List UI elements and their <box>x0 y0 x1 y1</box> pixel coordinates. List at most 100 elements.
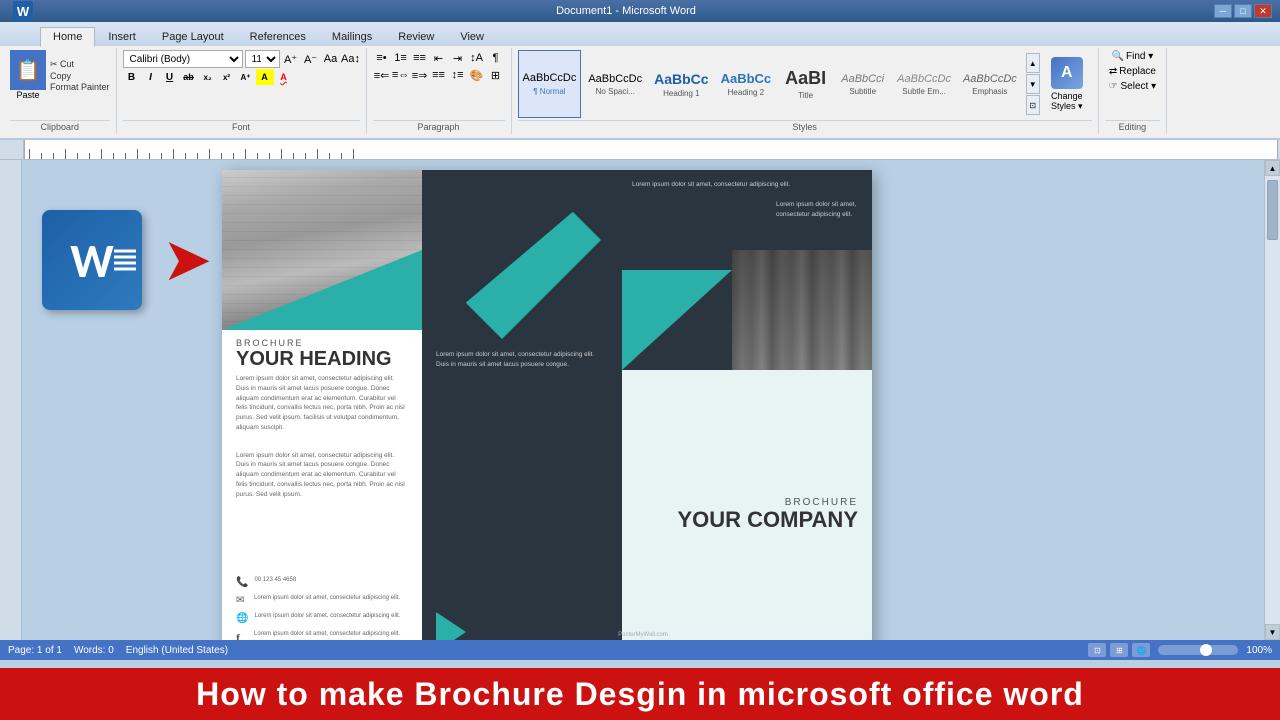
clipboard-group: 📋 Paste ✂ Cut Copy Format Painter Clipbo… <box>4 48 117 134</box>
style-subtitle-preview: AaBbCci <box>841 73 884 85</box>
zoom-thumb[interactable] <box>1200 644 1212 656</box>
full-screen-button[interactable]: ⊞ <box>1110 643 1128 657</box>
style-subtle-emphasis[interactable]: AaBbCcDc Subtle Em... <box>892 50 956 118</box>
brochure-left-heading: BROCHURE <box>236 338 408 348</box>
bullets-button[interactable]: ≡• <box>373 50 391 66</box>
style-normal[interactable]: AaBbCcDc ¶ Normal <box>518 50 582 118</box>
styles-scroll-down[interactable]: ▼ <box>1026 74 1040 94</box>
replace-button[interactable]: ⇄ Replace <box>1105 65 1160 78</box>
show-para-button[interactable]: ¶ <box>487 50 505 66</box>
format-painter-button[interactable]: Format Painter <box>50 82 110 92</box>
style-heading2[interactable]: AaBbCc Heading 2 <box>716 50 777 118</box>
multilevel-button[interactable]: ≡≡ <box>411 50 429 66</box>
bottom-banner: How to make Brochure Desgin in microsoft… <box>0 668 1280 720</box>
shrink-font-button[interactable]: A⁻ <box>302 51 320 67</box>
paste-label: Paste <box>16 90 39 100</box>
tab-home[interactable]: Home <box>40 27 95 47</box>
brochure-left-title: YOUR HEADING <box>236 348 408 370</box>
font-color-button[interactable]: A <box>275 69 293 85</box>
scroll-track[interactable] <box>1265 176 1280 624</box>
tab-insert[interactable]: Insert <box>95 27 149 46</box>
brochure-left-text: BROCHURE YOUR HEADING Lorem ipsum dolor … <box>222 330 422 441</box>
word-logo-area: W ➤ <box>42 210 212 310</box>
brochure-body-text2: Lorem ipsum dolor sit amet, consectetur … <box>236 451 408 500</box>
style-no-spacing[interactable]: AaBbCcDc No Spaci... <box>583 50 647 118</box>
style-heading2-preview: AaBbCc <box>721 71 772 86</box>
tab-references[interactable]: References <box>237 27 319 46</box>
lorem-side-text: Lorem ipsum dolor sit amet, consectetur … <box>776 200 866 220</box>
sort-button[interactable]: ↕A <box>468 50 486 66</box>
shading-button[interactable]: 🎨 <box>468 67 486 83</box>
change-case-button[interactable]: Aa↕ <box>342 51 360 67</box>
justify-button[interactable]: ≡≡ <box>430 67 448 83</box>
editing-group: 🔍 Find ▾ ⇄ Replace ☞ Select ▾ Editing <box>1099 48 1167 134</box>
style-heading1[interactable]: AaBbCc Heading 1 <box>649 50 713 118</box>
align-center-button[interactable]: ≡⇔ <box>392 67 410 83</box>
scroll-down-button[interactable]: ▼ <box>1265 624 1280 640</box>
contact-website: 🌐 Lorem ipsum dolor sit amet, consectetu… <box>236 612 408 624</box>
styles-scroll-up[interactable]: ▲ <box>1026 53 1040 73</box>
brochure-middle-panel: Lorem ipsum dolor sit amet, consectetur … <box>422 170 622 640</box>
text-effects-button[interactable]: A⁺ <box>237 69 255 85</box>
style-emphasis[interactable]: AaBbCcDc Emphasis <box>958 50 1022 118</box>
change-styles-button[interactable]: A ChangeStyles ▾ <box>1042 52 1092 117</box>
brochure-middle-top <box>422 170 622 340</box>
font-size-select[interactable]: 11 <box>245 50 280 68</box>
styles-label: Styles <box>518 120 1092 132</box>
styles-more-button[interactable]: ⊡ <box>1026 95 1040 115</box>
style-subtitle[interactable]: AaBbCci Subtitle <box>835 50 890 118</box>
style-no-spacing-preview: AaBbCcDc <box>588 73 642 85</box>
superscript-button[interactable]: x² <box>218 69 236 85</box>
change-styles-icon: A <box>1051 57 1083 89</box>
tab-page-layout[interactable]: Page Layout <box>149 27 237 46</box>
brochure-right-top: Lorem ipsum dolor sit amet, consectetur … <box>622 170 872 370</box>
maximize-button[interactable]: □ <box>1234 4 1252 18</box>
style-subtle-em-preview: AaBbCcDc <box>897 73 951 85</box>
word-icon: W <box>42 210 142 310</box>
print-layout-button[interactable]: ⊡ <box>1088 643 1106 657</box>
phone-text: 00 123 45 4658 <box>254 576 296 584</box>
strikethrough-button[interactable]: ab <box>180 69 198 85</box>
tab-mailings[interactable]: Mailings <box>319 27 385 46</box>
paste-button[interactable]: 📋 Paste <box>10 50 46 100</box>
vertical-scrollbar[interactable]: ▲ ▼ <box>1264 160 1280 640</box>
numbering-button[interactable]: 1≡ <box>392 50 410 66</box>
zoom-slider[interactable] <box>1158 645 1238 655</box>
brochure-preview: BROCHURE YOUR HEADING Lorem ipsum dolor … <box>222 170 872 640</box>
scroll-thumb[interactable] <box>1267 180 1278 240</box>
select-button[interactable]: ☞ Select ▾ <box>1105 80 1160 93</box>
align-left-button[interactable]: ≡⇐ <box>373 67 391 83</box>
brochure-contact: 📞 00 123 45 4658 ✉ Lorem ipsum dolor sit… <box>222 568 422 640</box>
line-spacing-button[interactable]: ↕≡ <box>449 67 467 83</box>
view-buttons: ⊡ ⊞ 🌐 <box>1088 643 1150 657</box>
underline-button[interactable]: U <box>161 69 179 85</box>
font-name-select[interactable]: Calibri (Body) <box>123 50 243 68</box>
bold-button[interactable]: B <box>123 69 141 85</box>
clipboard-label: Clipboard <box>10 120 110 132</box>
copy-button[interactable]: Copy <box>50 71 110 81</box>
style-title[interactable]: AaBI Title <box>778 50 833 118</box>
clear-format-button[interactable]: Aa <box>322 51 340 67</box>
borders-button[interactable]: ⊞ <box>487 67 505 83</box>
increase-indent-button[interactable]: ⇥ <box>449 50 467 66</box>
web-layout-button[interactable]: 🌐 <box>1132 643 1150 657</box>
grow-font-button[interactable]: A⁺ <box>282 51 300 67</box>
minimize-button[interactable]: ─ <box>1214 4 1232 18</box>
document-area: W ➤ <box>22 160 1264 640</box>
find-button[interactable]: 🔍 Find ▾ <box>1108 50 1158 63</box>
decrease-indent-button[interactable]: ⇤ <box>430 50 448 66</box>
close-button[interactable]: ✕ <box>1254 4 1272 18</box>
select-label: ☞ Select ▾ <box>1109 81 1156 92</box>
brochure-left-body2: Lorem ipsum dolor sit amet, consectetur … <box>222 441 422 506</box>
scroll-up-button[interactable]: ▲ <box>1265 160 1280 176</box>
tab-review[interactable]: Review <box>385 27 447 46</box>
italic-button[interactable]: I <box>142 69 160 85</box>
cut-button[interactable]: ✂ Cut <box>50 59 110 70</box>
subscript-button[interactable]: x₂ <box>199 69 217 85</box>
highlight-button[interactable]: A <box>256 69 274 85</box>
style-title-preview: AaBI <box>785 68 826 89</box>
editing-label: Editing <box>1105 120 1160 132</box>
font-label: Font <box>123 120 360 132</box>
tab-view[interactable]: View <box>447 27 497 46</box>
align-right-button[interactable]: ≡⇒ <box>411 67 429 83</box>
